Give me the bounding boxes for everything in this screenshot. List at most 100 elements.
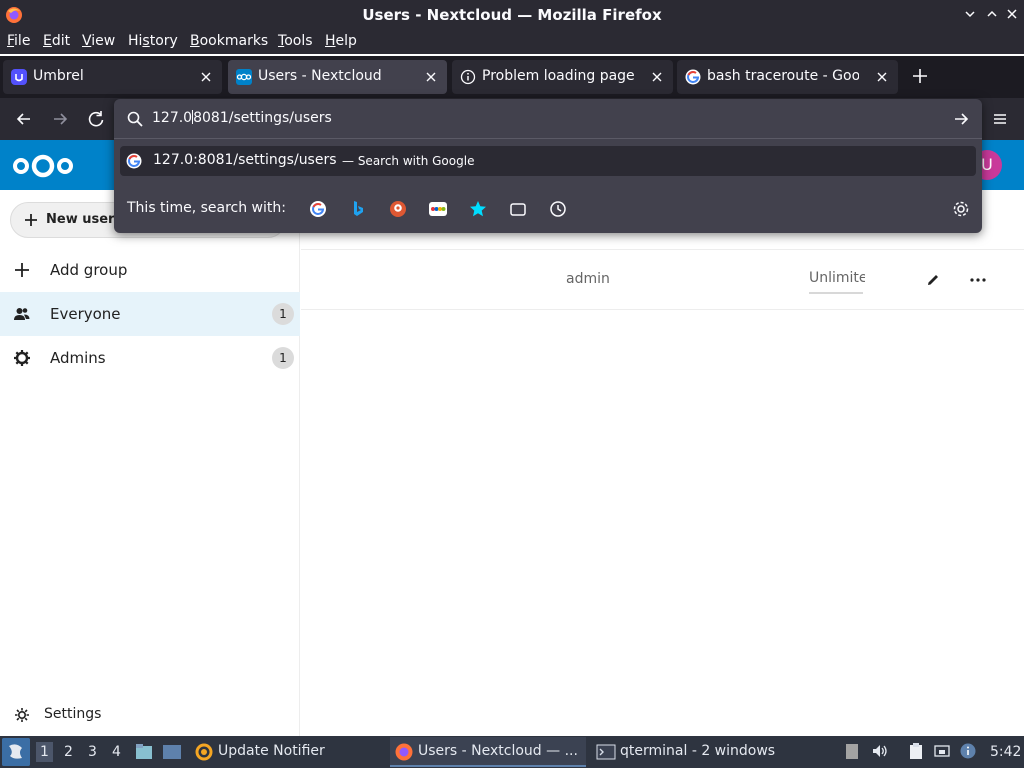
back-icon[interactable] xyxy=(13,108,35,130)
bookmarks-star-icon[interactable] xyxy=(468,199,488,219)
nextcloud-logo-icon[interactable] xyxy=(12,152,74,180)
google-engine-icon[interactable] xyxy=(308,199,328,219)
admin-gear-icon xyxy=(14,350,30,366)
plus-icon xyxy=(15,263,29,277)
duckduckgo-engine-icon[interactable] xyxy=(388,199,408,219)
suggestion-text: 127.0:8081/settings/users xyxy=(153,152,337,168)
go-arrow-icon[interactable] xyxy=(952,110,970,128)
tab-label: Users - Nextcloud xyxy=(258,68,382,84)
gear-icon xyxy=(15,708,29,722)
bing-engine-icon[interactable] xyxy=(348,199,368,219)
table-row: admin Unlimited xyxy=(301,250,1024,310)
search-icon xyxy=(127,111,143,127)
tabs-icon[interactable] xyxy=(508,199,528,219)
new-user-label: New user xyxy=(46,212,115,227)
menu-bar: File Edit View History Bookmarks Tools H… xyxy=(0,30,1024,54)
task-label: qterminal - 2 windows xyxy=(620,743,776,759)
reload-icon[interactable] xyxy=(85,108,107,130)
tab-nextcloud[interactable]: Users - Nextcloud xyxy=(228,60,447,94)
notification-info-icon[interactable] xyxy=(959,742,977,760)
user-list: admin Unlimited xyxy=(301,190,1024,736)
settings-label: Settings xyxy=(44,706,102,722)
group-item-admins[interactable]: Admins 1 xyxy=(0,336,300,380)
menu-history[interactable]: History xyxy=(128,33,178,49)
tab-google-search[interactable]: bash traceroute - Google xyxy=(677,60,898,94)
minimize-icon[interactable] xyxy=(963,7,977,21)
workspace-3[interactable]: 3 xyxy=(88,744,97,760)
menu-tools[interactable]: Tools xyxy=(278,33,313,49)
close-tab-icon[interactable] xyxy=(874,69,890,85)
clock[interactable]: 5:42 xyxy=(990,744,1021,760)
menu-file[interactable]: File xyxy=(7,33,30,49)
tab-label: bash traceroute - Google xyxy=(707,68,859,84)
more-options-icon[interactable] xyxy=(969,272,987,288)
close-tab-icon[interactable] xyxy=(423,69,439,85)
task-qterminal[interactable]: qterminal - 2 windows xyxy=(592,737,792,767)
window-title: Users - Nextcloud — Mozilla Firefox xyxy=(362,6,662,24)
menu-edit[interactable]: Edit xyxy=(43,33,70,49)
task-label: Users - Nextcloud — ... xyxy=(418,743,578,759)
group-count-badge: 1 xyxy=(272,347,294,369)
quota-cell[interactable]: Unlimited xyxy=(809,270,865,286)
add-group-label: Add group xyxy=(50,261,128,279)
trash-icon[interactable] xyxy=(843,742,861,760)
firefox-logo-icon xyxy=(395,743,413,761)
file-manager-icon[interactable] xyxy=(134,742,154,762)
network-icon[interactable] xyxy=(933,742,951,760)
tab-label: Umbrel xyxy=(33,68,84,84)
users-group-icon xyxy=(14,308,30,320)
menu-view[interactable]: View xyxy=(82,33,115,49)
url-dropdown-panel: 127.08081/settings/users 127.0:8081/sett… xyxy=(114,99,982,233)
task-label: Update Notifier xyxy=(218,743,325,759)
plus-icon xyxy=(25,214,37,226)
search-suggestion-row[interactable]: 127.0:8081/settings/users — Search with … xyxy=(120,146,976,176)
menu-bookmarks[interactable]: Bookmarks xyxy=(190,33,268,49)
username-cell: admin xyxy=(566,271,610,287)
history-clock-icon[interactable] xyxy=(548,199,568,219)
groups-sidebar: New user Add group Everyone 1 Admins 1 S… xyxy=(0,190,300,736)
task-firefox[interactable]: Users - Nextcloud — ... xyxy=(390,737,586,767)
add-group-button[interactable]: Add group xyxy=(0,248,300,292)
close-window-icon[interactable] xyxy=(1005,7,1019,21)
quota-progress-bar xyxy=(809,292,863,294)
umbrel-icon xyxy=(11,69,27,85)
suggestion-action: — Search with Google xyxy=(342,154,475,168)
info-icon xyxy=(460,69,476,85)
workspace-4[interactable]: 4 xyxy=(112,744,121,760)
group-item-everyone[interactable]: Everyone 1 xyxy=(0,292,300,336)
google-icon xyxy=(685,69,701,85)
clipboard-icon[interactable] xyxy=(907,742,925,760)
workspace-1[interactable]: 1 xyxy=(36,742,53,762)
show-desktop-icon[interactable] xyxy=(162,742,182,762)
forward-icon[interactable] xyxy=(49,108,71,130)
window-titlebar: Users - Nextcloud — Mozilla Firefox xyxy=(0,0,1024,30)
url-input-row: 127.08081/settings/users xyxy=(114,99,982,139)
close-tab-icon[interactable] xyxy=(649,69,665,85)
new-tab-icon[interactable] xyxy=(910,66,930,86)
tab-label: Problem loading page xyxy=(482,68,635,84)
menu-help[interactable]: Help xyxy=(325,33,357,49)
url-input[interactable]: 127.08081/settings/users xyxy=(152,110,332,126)
nextcloud-icon xyxy=(236,69,252,85)
settings-button[interactable]: Settings xyxy=(0,698,300,732)
update-notifier-icon xyxy=(195,743,213,761)
task-update-notifier[interactable]: Update Notifier xyxy=(190,737,380,767)
workspace-2[interactable]: 2 xyxy=(64,744,73,760)
system-taskbar: 1 2 3 4 Update Notifier Users - Nextclou… xyxy=(0,736,1024,768)
hamburger-menu-icon[interactable] xyxy=(989,108,1011,130)
pencil-edit-icon[interactable] xyxy=(925,272,941,288)
group-count-badge: 1 xyxy=(272,303,294,325)
tab-strip: Umbrel Users - Nextcloud Problem loading… xyxy=(0,56,1024,98)
engines-label: This time, search with: xyxy=(127,200,286,216)
search-settings-gear-icon[interactable] xyxy=(952,200,970,218)
ebay-engine-icon[interactable] xyxy=(428,199,448,219)
group-label: Everyone xyxy=(50,305,121,323)
group-label: Admins xyxy=(50,349,106,367)
volume-icon[interactable] xyxy=(871,742,889,760)
tab-umbrel[interactable]: Umbrel xyxy=(3,60,222,94)
maximize-icon[interactable] xyxy=(985,7,999,21)
tab-problem-loading[interactable]: Problem loading page xyxy=(452,60,673,94)
start-menu-icon[interactable] xyxy=(2,738,30,766)
close-tab-icon[interactable] xyxy=(198,69,214,85)
google-icon xyxy=(126,153,142,169)
